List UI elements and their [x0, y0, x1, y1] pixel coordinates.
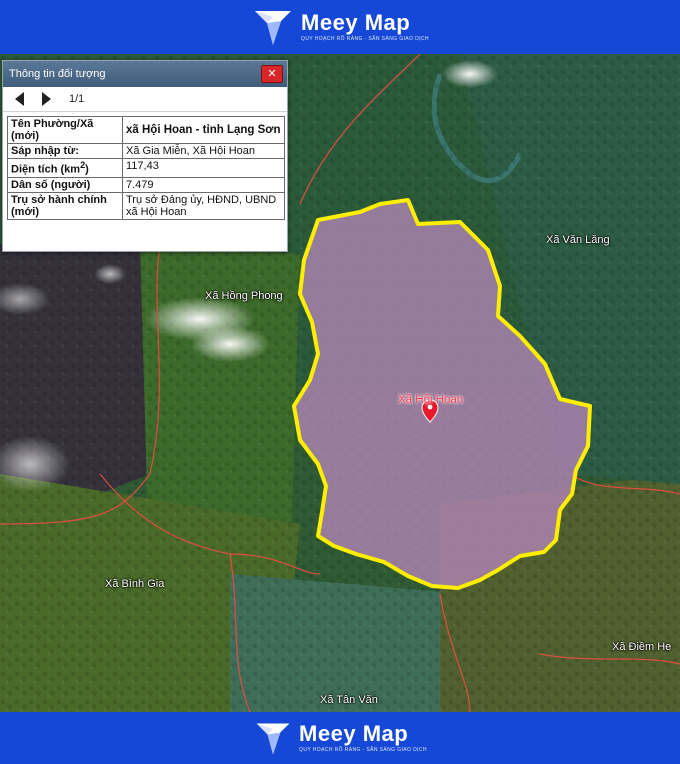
panel-title: Thông tin đối tượng [9, 68, 106, 80]
row-key: Tên Phường/Xã (mới) [7, 116, 123, 144]
row-key: Dân số (người) [7, 176, 123, 193]
table-row: Trụ sở hành chính (mới) Trụ sở Đảng ủy, … [7, 191, 285, 220]
meey-logo-icon [255, 11, 292, 45]
brand-name: Meey Map [301, 10, 411, 35]
bottom-banner: Meey Map QUY HOẠCH RÕ RÀNG - SẴN SÀNG GI… [0, 712, 680, 764]
row-key: Diện tích (km2) [7, 158, 123, 178]
row-value: 7.479 [122, 176, 285, 193]
row-value: Trụ sở Đảng ủy, HĐND, UBND xã Hội Hoan [122, 191, 285, 220]
row-value: 117,43 [122, 158, 285, 178]
row-value: Xã Gia Miễn, Xã Hội Hoan [122, 143, 285, 159]
table-row: Dân số (người) 7.479 [7, 176, 285, 193]
brand-tagline: QUY HOẠCH RÕ RÀNG - SẴN SÀNG GIAO DỊCH [301, 36, 429, 42]
brand-name-bottom: Meey Map [299, 721, 409, 746]
meey-logo-icon [256, 723, 290, 755]
label-xa-van-lang[interactable]: Xã Văn Lăng [546, 234, 610, 246]
brand-logo-bottom: Meey Map QUY HOẠCH RÕ RÀNG - SẴN SÀNG GI… [253, 718, 427, 758]
row-value: xã Hội Hoan - tỉnh Lạng Sơn [122, 116, 285, 144]
top-banner: Meey Map QUY HOẠCH RÕ RÀNG - SẴN SÀNG GI… [0, 0, 680, 54]
label-xa-hoi-hoan[interactable]: Xã Hội Hoan [398, 394, 463, 406]
panel-header: Thông tin đối tượng ✕ [3, 61, 287, 87]
previous-arrow-icon[interactable] [15, 92, 24, 106]
label-xa-diem-he[interactable]: Xã Điềm He [612, 641, 671, 653]
attribute-table: Tên Phường/Xã (mới) xã Hội Hoan - tỉnh L… [7, 116, 285, 220]
table-row: Tên Phường/Xã (mới) xã Hội Hoan - tỉnh L… [7, 116, 285, 144]
close-button[interactable]: ✕ [261, 65, 283, 83]
row-key-main: Diện tích (km [11, 163, 81, 176]
pager-count: 1/1 [69, 93, 85, 105]
row-key: Trụ sở hành chính (mới) [7, 191, 123, 220]
brand-logo: Meey Map QUY HOẠCH RÕ RÀNG - SẴN SÀNG GI… [251, 5, 429, 49]
label-xa-tan-van[interactable]: Xã Tân Văn [320, 694, 378, 706]
table-row: Diện tích (km2) 117,43 [7, 158, 285, 178]
label-xa-hong-phong[interactable]: Xã Hồng Phong [205, 290, 283, 302]
next-arrow-icon[interactable] [42, 92, 51, 106]
pager: 1/1 [3, 87, 287, 112]
brand-tagline-bottom: QUY HOẠCH RÕ RÀNG - SẴN SÀNG GIAO DỊCH [299, 747, 427, 753]
table-row: Sáp nhập từ: Xã Gia Miễn, Xã Hội Hoan [7, 143, 285, 159]
row-key: Sáp nhập từ: [7, 143, 123, 159]
row-key-end: ) [85, 163, 89, 176]
label-xa-binh-gia[interactable]: Xã Bình Gia [105, 578, 164, 590]
feature-info-panel: Thông tin đối tượng ✕ 1/1 Tên Phường/Xã … [2, 60, 288, 252]
